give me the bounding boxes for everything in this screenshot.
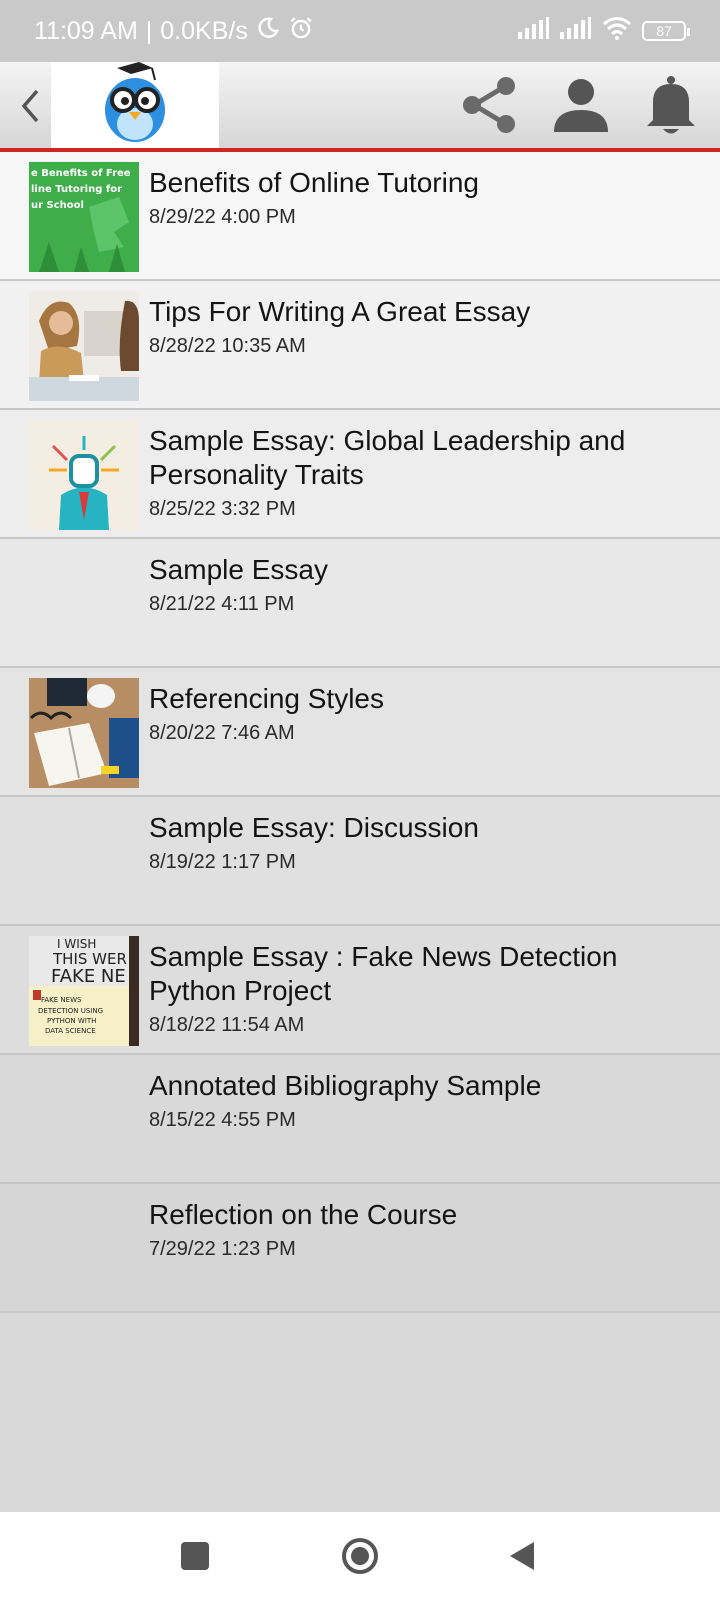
item-title: Tips For Writing A Great Essay xyxy=(149,296,531,327)
svg-text:I WISH: I WISH xyxy=(57,937,96,951)
home-button[interactable] xyxy=(338,1534,382,1578)
list-item[interactable]: Sample Essay 8/21/22 4:11 PM xyxy=(0,539,720,668)
item-title: Reflection on the Course xyxy=(149,1199,458,1230)
item-title: Sample Essay : Fake News Detection Pytho… xyxy=(149,941,618,1006)
svg-text:e Benefits of Free: e Benefits of Free xyxy=(31,168,131,179)
bell-icon xyxy=(647,76,695,134)
profile-icon xyxy=(554,79,608,132)
list-item[interactable]: Referencing Styles 8/20/22 7:46 AM xyxy=(0,668,720,797)
home-icon xyxy=(342,1538,378,1574)
moon-icon xyxy=(256,16,280,47)
battery-level: 87 xyxy=(656,23,672,39)
list-item[interactable]: Sample Essay: Discussion 8/19/22 1:17 PM xyxy=(0,797,720,926)
item-date: 8/28/22 10:35 AM xyxy=(149,335,306,357)
back-icon xyxy=(21,89,39,123)
thumbnail-image: e Benefits of Free line Tutoring for ur … xyxy=(29,162,139,272)
status-time: 11:09 AM xyxy=(34,16,138,45)
battery-icon: 87 xyxy=(642,21,690,41)
app-logo xyxy=(51,62,219,148)
item-date: 8/19/22 1:17 PM xyxy=(149,851,296,873)
thumbnail-image xyxy=(29,291,139,401)
item-date: 8/21/22 4:11 PM xyxy=(149,593,295,615)
list-item[interactable]: e Benefits of Free line Tutoring for ur … xyxy=(0,152,720,281)
item-title: Annotated Bibliography Sample xyxy=(149,1070,542,1101)
thumbnail-image: I WISH THIS WER FAKE NE FAKE NEWS DETECT… xyxy=(29,936,139,1046)
svg-text:ur School: ur School xyxy=(31,200,84,211)
item-title: Sample Essay: Global Leadership and Pers… xyxy=(149,425,626,490)
item-title: Referencing Styles xyxy=(149,683,385,714)
item-title: Benefits of Online Tutoring xyxy=(149,167,479,198)
item-date: 7/29/22 1:23 PM xyxy=(149,1238,296,1260)
post-list: e Benefits of Free line Tutoring for ur … xyxy=(0,152,720,1313)
signal-icon xyxy=(560,16,592,46)
alarm-icon xyxy=(288,15,314,48)
svg-text:PYTHON WITH: PYTHON WITH xyxy=(47,1017,96,1025)
item-date: 8/18/22 11:54 AM xyxy=(149,1014,305,1036)
list-item[interactable]: Tips For Writing A Great Essay 8/28/22 1… xyxy=(0,281,720,410)
notifications-button[interactable] xyxy=(640,74,702,136)
thumbnail-image xyxy=(29,420,139,530)
list-item[interactable]: Sample Essay: Global Leadership and Pers… xyxy=(0,410,720,539)
svg-text:DETECTION USING: DETECTION USING xyxy=(38,1007,103,1015)
status-speed: 0.0KB/s xyxy=(160,16,248,45)
svg-text:FAKE NEWS: FAKE NEWS xyxy=(41,996,82,1004)
item-date: 8/20/22 7:46 AM xyxy=(149,722,295,744)
item-date: 8/25/22 3:32 PM xyxy=(149,498,296,520)
signal-icon xyxy=(518,16,550,46)
list-item[interactable]: Annotated Bibliography Sample 8/15/22 4:… xyxy=(0,1055,720,1184)
wifi-icon xyxy=(602,16,632,47)
item-date: 8/15/22 4:55 PM xyxy=(149,1109,296,1131)
system-nav-bar xyxy=(0,1512,720,1600)
back-button[interactable] xyxy=(12,84,48,128)
svg-text:DATA SCIENCE: DATA SCIENCE xyxy=(45,1027,96,1035)
back-nav-button[interactable] xyxy=(500,1534,544,1578)
app-header xyxy=(0,62,720,148)
profile-button[interactable] xyxy=(550,74,612,136)
svg-text:line Tutoring for: line Tutoring for xyxy=(31,184,122,195)
item-title: Sample Essay xyxy=(149,554,328,585)
list-item[interactable]: I WISH THIS WER FAKE NE FAKE NEWS DETECT… xyxy=(0,926,720,1055)
share-icon xyxy=(463,77,515,133)
recents-button[interactable] xyxy=(173,1534,217,1578)
item-title: Sample Essay: Discussion xyxy=(149,812,479,843)
thumbnail-image xyxy=(29,678,139,788)
back-nav-icon xyxy=(510,1542,534,1570)
svg-text:FAKE NE: FAKE NE xyxy=(51,966,126,987)
recents-icon xyxy=(181,1542,209,1570)
status-bar: 11:09 AM | 0.0KB/s 87 xyxy=(0,0,720,62)
share-button[interactable] xyxy=(458,74,520,136)
item-date: 8/29/22 4:00 PM xyxy=(149,206,296,228)
bird-logo-icon xyxy=(105,62,165,142)
list-item[interactable]: Reflection on the Course 7/29/22 1:23 PM xyxy=(0,1184,720,1313)
